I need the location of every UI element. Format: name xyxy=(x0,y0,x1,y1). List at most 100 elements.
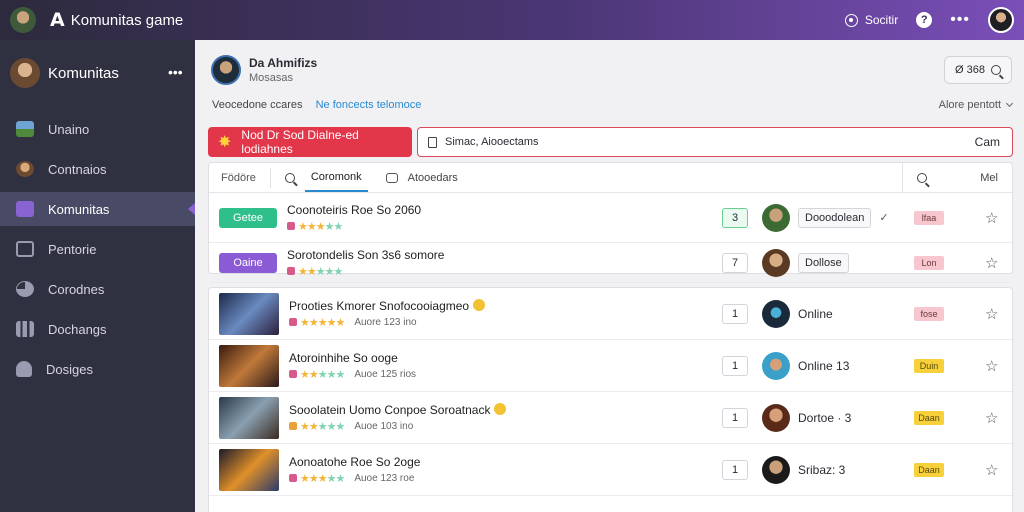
user-avatar[interactable] xyxy=(762,248,790,277)
star-burst-icon: ✸ xyxy=(218,134,232,151)
people-icon xyxy=(16,361,32,377)
row-count[interactable]: 1 xyxy=(722,303,748,324)
top-table-panel: Födöre Coromonk Atooedars Mel Getee Coon… xyxy=(208,162,1013,283)
pin-icon xyxy=(287,222,295,230)
more-icon[interactable]: ••• xyxy=(950,11,970,29)
status-badge: fose xyxy=(914,306,944,321)
sidebar-item-pentorie[interactable]: Pentorie xyxy=(0,232,195,266)
row-count[interactable]: 3 xyxy=(722,207,748,228)
rating-stars-icon: ★★★★★ xyxy=(300,472,345,485)
game-thumbnail[interactable] xyxy=(219,396,279,439)
user-name[interactable]: Dollose xyxy=(798,252,849,273)
user-avatar[interactable] xyxy=(988,7,1014,33)
pin-icon xyxy=(289,370,297,378)
sidebar-more-icon[interactable]: ••• xyxy=(168,64,183,80)
sidebar-item-komunitas[interactable]: Komunitas xyxy=(0,192,195,226)
table-row[interactable]: Sooolatein Uomo Conpoe Soroatnack ★★★★★ A… xyxy=(209,392,1012,444)
tab-atooedars[interactable]: Atooedars xyxy=(408,172,458,184)
alert-button[interactable]: ✸ Nod Dr Sod Dialne-ed lodiahnes xyxy=(208,127,412,157)
game-thumbnail[interactable] xyxy=(219,448,279,491)
command-action-button[interactable]: Cam xyxy=(975,135,1000,149)
sidebar-item-label: Komunitas xyxy=(48,201,110,217)
quick-search-button[interactable]: Ø 368 xyxy=(944,56,1012,84)
camera-icon[interactable] xyxy=(385,172,398,183)
favorite-star-icon[interactable]: ☆ xyxy=(985,357,998,375)
monitor-icon xyxy=(16,241,34,257)
command-input[interactable]: Simac, Aiooectams Cam xyxy=(417,127,1013,157)
app-logo: A xyxy=(50,9,65,31)
sort-label: Alore pentott xyxy=(938,99,1001,111)
sort-dropdown[interactable]: Alore pentott xyxy=(938,99,1014,111)
row-title: Prooties Kmorer Snofocooiagmeo xyxy=(289,298,486,313)
help-icon[interactable]: ? xyxy=(916,12,933,28)
favorite-star-icon[interactable]: ☆ xyxy=(985,254,998,272)
info-row: Veocedone ccares Ne foncects telomoce xyxy=(212,99,421,111)
game-thumbnail[interactable] xyxy=(219,292,279,335)
community-icon xyxy=(16,201,34,217)
search-circle-icon xyxy=(845,14,859,28)
row-time: Auoe 123 roe xyxy=(354,472,415,484)
user-status: Online 13 xyxy=(798,358,850,373)
row-title-text: Sooolatein Uomo Conpoe Soroatnack xyxy=(289,402,491,417)
sidebar-title: Komunitas xyxy=(48,64,119,82)
profile-avatar[interactable] xyxy=(211,55,241,85)
row-count[interactable]: 1 xyxy=(722,407,748,428)
table-row[interactable]: Oaine Sorotondelis Son 3s6 somore ★★★★★ … xyxy=(209,243,1012,283)
row-count[interactable]: 1 xyxy=(722,355,748,376)
row-title: Sorotondelis Son 3s6 somore xyxy=(287,247,445,262)
table-row[interactable]: Aonoatohe Roe So 2oge ★★★★★ Auoe 123 roe … xyxy=(209,444,1012,496)
profile-name: Da Ahmifizs xyxy=(249,56,318,70)
user-avatar[interactable] xyxy=(762,351,790,380)
row-count[interactable]: 7 xyxy=(722,252,748,273)
bars-icon xyxy=(16,321,34,337)
sidebar-item-unaino[interactable]: Unaino xyxy=(0,112,195,146)
favorite-star-icon[interactable]: ☆ xyxy=(985,209,998,227)
sidebar-item-dochangs[interactable]: Dochangs xyxy=(0,312,195,346)
emoji-icon xyxy=(473,298,486,311)
row-title-text: Prooties Kmorer Snofocooiagmeo xyxy=(289,298,470,313)
row-title: Aonoatohe Roe So 2oge xyxy=(289,454,421,469)
favorite-star-icon[interactable]: ☆ xyxy=(985,461,998,479)
sidebar-item-label: Pentorie xyxy=(48,241,97,257)
sidebar-item-label: Contnaios xyxy=(48,161,107,177)
row-title: Coonoteiris Roe So 2060 xyxy=(287,202,422,217)
header-mel-label[interactable]: Mel xyxy=(980,172,998,184)
favorite-star-icon[interactable]: ☆ xyxy=(985,305,998,323)
table-row[interactable]: Prooties Kmorer Snofocooiagmeo ★★★★★ Auor… xyxy=(209,288,1012,340)
game-thumbnail[interactable] xyxy=(219,344,279,387)
search-icon[interactable] xyxy=(917,173,927,183)
info-link[interactable]: Ne foncects telomoce xyxy=(316,99,422,111)
sidebar-item-contnaios[interactable]: Contnaios xyxy=(0,152,195,186)
sidebar-header: Komunitas ••• xyxy=(0,40,195,106)
tab-fodore[interactable]: Födöre xyxy=(221,172,256,184)
status-badge: Duin xyxy=(914,358,944,373)
app-avatar[interactable] xyxy=(10,7,36,33)
user-name[interactable]: Dooodolean xyxy=(798,207,872,228)
sidebar-item-dosiges[interactable]: Dosiges xyxy=(0,352,195,386)
row-time: Auore 123 ino xyxy=(354,316,417,328)
search-icon xyxy=(990,65,1001,75)
chevron-down-icon xyxy=(1005,99,1014,108)
pin-icon xyxy=(289,318,297,326)
document-icon xyxy=(428,136,437,148)
sidebar-item-label: Corodnes xyxy=(48,281,105,297)
sidebar: Komunitas ••• Unaino Contnaios Komunitas… xyxy=(0,40,195,512)
main-content: Da Ahmifizs Mosasas Ø 368 Veocedone ccar… xyxy=(195,40,1024,512)
user-avatar[interactable] xyxy=(762,299,790,328)
table-row[interactable]: Getee Coonoteiris Roe So 2060 ★★★★★ 3 Do… xyxy=(209,193,1012,243)
tab-coromonk[interactable]: Coromonk xyxy=(304,164,368,192)
user-avatar[interactable] xyxy=(762,455,790,484)
pin-icon xyxy=(289,422,297,430)
sidebar-item-corodnes[interactable]: Corodnes xyxy=(0,272,195,306)
search-icon[interactable] xyxy=(284,172,295,183)
header-actions: Mel xyxy=(902,163,1012,193)
favorite-star-icon[interactable]: ☆ xyxy=(985,409,998,427)
pin-icon xyxy=(289,474,297,482)
row-count[interactable]: 1 xyxy=(722,459,748,480)
table-row[interactable]: Atoroinhihe So ooge ★★★★★ Auoe 125 rios 1… xyxy=(209,340,1012,392)
user-avatar[interactable] xyxy=(762,203,790,232)
community-avatar[interactable] xyxy=(10,58,40,88)
user-avatar[interactable] xyxy=(762,403,790,432)
status-tag: Oaine xyxy=(219,252,277,273)
top-search-button[interactable]: Socitir xyxy=(845,13,898,28)
